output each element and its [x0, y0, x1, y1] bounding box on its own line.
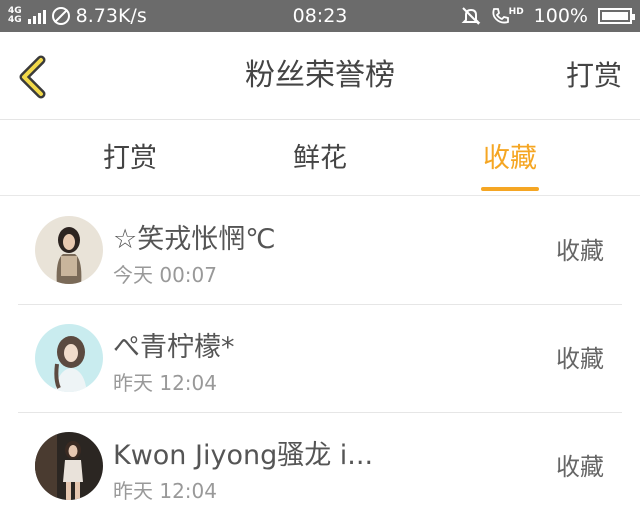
- avatar: [35, 432, 103, 500]
- tab-favorites-label: 收藏: [483, 143, 537, 174]
- battery-percent: 100%: [533, 5, 588, 27]
- phone-icon: [492, 8, 509, 24]
- tab-flowers[interactable]: 鲜花: [270, 121, 370, 196]
- bell-muted-icon: [461, 7, 481, 25]
- fan-action: 收藏: [556, 237, 604, 265]
- avatar-image: [35, 324, 103, 392]
- status-bar: 4G 4G 8.73K/s 08:23 HD 100%: [0, 0, 640, 32]
- fan-time: 昨天 12:04: [113, 371, 217, 395]
- list-item[interactable]: Kwon Jiyong骚龙 i... 昨天 12:04 收藏: [18, 413, 622, 514]
- fan-name: ぺ青柠檬*: [113, 332, 235, 363]
- fan-action: 收藏: [556, 453, 604, 481]
- fan-name: Kwon Jiyong骚龙 i...: [113, 440, 374, 471]
- avatar-image: [35, 216, 103, 284]
- fan-name: ☆笑戎怅惘℃: [113, 224, 276, 255]
- tab-bar: 打赏 鲜花 收藏: [0, 121, 640, 196]
- hd-call-indicator: HD: [491, 7, 524, 25]
- avatar-image: [35, 432, 103, 500]
- page-title: 粉丝荣誉榜: [245, 58, 395, 93]
- tab-reward[interactable]: 打赏: [80, 121, 180, 196]
- avatar: [35, 216, 103, 284]
- hd-badge: HD: [508, 7, 524, 17]
- battery-fill: [602, 12, 628, 20]
- chevron-left-icon: [19, 55, 46, 99]
- list-item[interactable]: ぺ青柠檬* 昨天 12:04 收藏: [18, 305, 622, 413]
- tab-favorites[interactable]: 收藏: [460, 121, 560, 196]
- list-item[interactable]: ☆笑戎怅惘℃ 今天 00:07 收藏: [18, 197, 622, 305]
- avatar: [35, 324, 103, 392]
- fan-action: 收藏: [556, 345, 604, 373]
- header: 粉丝荣誉榜 打赏: [0, 32, 640, 120]
- fan-time: 昨天 12:04: [113, 479, 217, 503]
- fan-list: ☆笑戎怅惘℃ 今天 00:07 收藏 ぺ青柠檬* 昨天 12:04 收藏 Kwo…: [0, 197, 640, 514]
- reward-button[interactable]: 打赏: [566, 32, 622, 120]
- active-tab-indicator: [481, 187, 539, 191]
- fan-time: 今天 00:07: [113, 263, 217, 287]
- back-button[interactable]: [14, 54, 54, 100]
- status-right: HD 100%: [461, 0, 635, 32]
- battery-icon: [598, 8, 635, 24]
